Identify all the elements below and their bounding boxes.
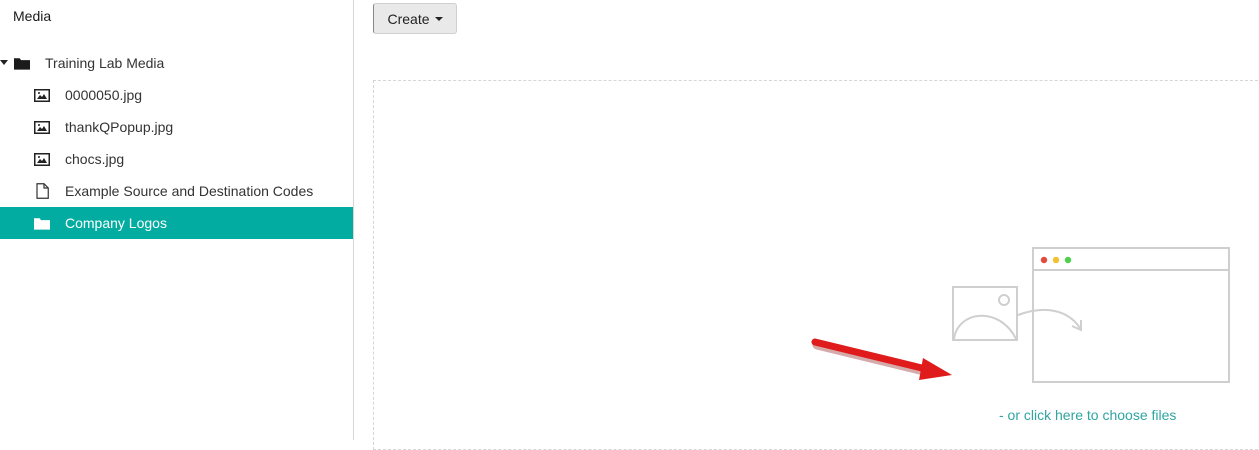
tree-item-file[interactable]: Example Source and Destination Codes: [0, 175, 353, 207]
create-button[interactable]: Create: [373, 3, 457, 34]
media-sidebar: Media Training Lab Media 0000050.jpg tha…: [0, 0, 354, 440]
tree-item-label: thankQPopup.jpg: [65, 119, 174, 135]
tree-item-label: chocs.jpg: [65, 151, 125, 167]
upload-illustration-icon: [952, 247, 1230, 383]
tree-item-file[interactable]: 0000050.jpg: [0, 79, 353, 111]
tree-item-company-logos[interactable]: Company Logos: [0, 207, 353, 239]
caret-down-icon: [434, 16, 443, 21]
image-icon: [34, 88, 50, 102]
image-icon: [34, 152, 50, 166]
tree-item-label: 0000050.jpg: [65, 87, 143, 103]
red-arrow-icon: [811, 338, 952, 380]
tree-item-label: Company Logos: [65, 215, 167, 231]
tree-item-file[interactable]: chocs.jpg: [0, 143, 353, 175]
document-icon: [34, 183, 50, 199]
tree-item-label: Example Source and Destination Codes: [65, 183, 314, 199]
tree-item-file[interactable]: thankQPopup.jpg: [0, 111, 353, 143]
folder-icon: [14, 56, 30, 70]
sidebar-title: Media: [13, 8, 52, 24]
choose-files-link[interactable]: - or click here to choose files: [999, 407, 1176, 423]
tree-item-label: Training Lab Media: [45, 55, 165, 71]
folder-icon: [34, 216, 50, 230]
create-button-label: Create: [387, 10, 430, 27]
caret-down-icon[interactable]: [0, 60, 8, 65]
image-icon: [34, 120, 50, 134]
tree-item-training-lab-media[interactable]: Training Lab Media: [0, 47, 353, 79]
